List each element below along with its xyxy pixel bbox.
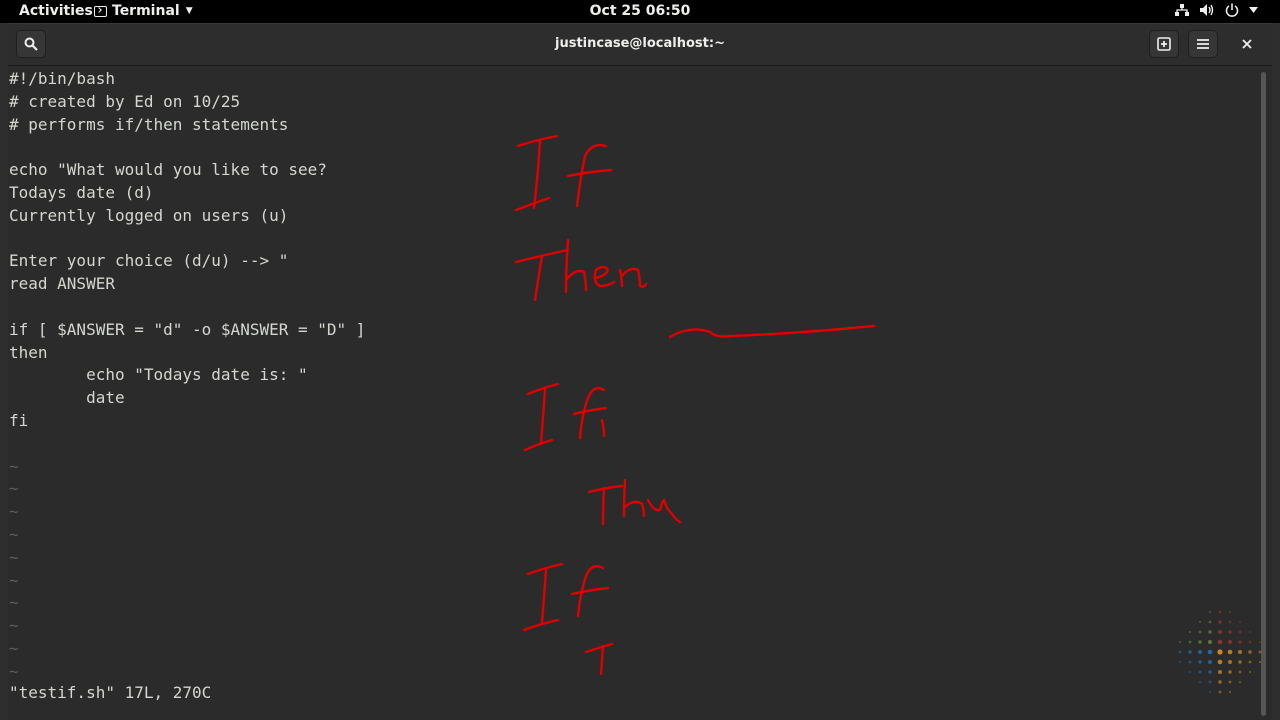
watermark-dot <box>1238 630 1242 634</box>
watermark-dot <box>1238 680 1242 684</box>
annotation-if-2 <box>523 382 608 452</box>
annotation-if-3 <box>522 562 610 632</box>
watermark-dot <box>1198 640 1202 644</box>
annotation-line <box>668 324 876 339</box>
watermark-dot <box>1228 680 1232 684</box>
watermark-dot <box>1217 649 1223 655</box>
watermark-dot <box>1208 670 1212 674</box>
watermark-dot <box>1228 630 1232 634</box>
annotation-then-1 <box>514 238 648 302</box>
watermark-dot <box>1218 670 1222 674</box>
watermark-dot <box>1248 630 1252 634</box>
watermark-dot <box>1178 640 1182 644</box>
watermark-dot <box>1258 640 1262 644</box>
watermark-dot <box>1238 650 1242 654</box>
watermark-dot <box>1228 660 1232 664</box>
watermark-dot <box>1188 650 1192 654</box>
watermark-dot <box>1248 650 1252 654</box>
watermark-dot <box>1188 660 1192 664</box>
watermark-dot <box>1218 610 1222 614</box>
watermark-dot <box>1208 680 1212 684</box>
watermark-dot <box>1218 620 1222 624</box>
watermark-dot <box>1208 640 1212 644</box>
watermark-dot <box>1207 649 1213 655</box>
watermark-dot <box>1228 670 1232 674</box>
watermark-dot <box>1238 660 1242 664</box>
watermark-dot <box>1228 690 1232 694</box>
watermark-dot <box>1178 650 1182 654</box>
watermark-dot <box>1198 630 1202 634</box>
watermark-dot <box>1227 649 1233 655</box>
annotation-t <box>584 642 614 676</box>
watermark-dot <box>1198 650 1202 654</box>
watermark-dot <box>1238 620 1242 624</box>
annotation-then-2 <box>587 478 682 526</box>
watermark-dot <box>1238 670 1242 674</box>
watermark-dot <box>1208 630 1212 634</box>
watermark-dot <box>1228 640 1232 644</box>
watermark-dot <box>1208 690 1212 694</box>
watermark-dot <box>1228 620 1232 624</box>
watermark-dot <box>1188 670 1192 674</box>
handwritten-annotations <box>514 134 876 676</box>
watermark-dot <box>1188 640 1192 644</box>
watermark-dot <box>1188 630 1192 634</box>
watermark-dot <box>1258 660 1262 664</box>
annotation-if-1 <box>514 134 613 212</box>
watermark-dot <box>1238 640 1242 644</box>
watermark-dot <box>1248 640 1252 644</box>
watermark-dot <box>1198 670 1202 674</box>
watermark-dot <box>1228 610 1232 614</box>
watermark-dot <box>1208 660 1212 664</box>
watermark-dot <box>1218 690 1222 694</box>
watermark-dot <box>1217 659 1223 665</box>
watermark-dot <box>1248 660 1252 664</box>
watermark-dot <box>1218 680 1222 684</box>
watermark-logo <box>1178 610 1262 694</box>
watermark-dot <box>1198 680 1202 684</box>
watermark-dot <box>1198 620 1202 624</box>
watermark-dot <box>1208 610 1212 614</box>
watermark-dot <box>1218 630 1222 634</box>
watermark-dot <box>1248 670 1252 674</box>
watermark-dot <box>1217 639 1223 645</box>
watermark-dot <box>1258 650 1262 654</box>
watermark-dot <box>1208 620 1212 624</box>
watermark-dot <box>1198 660 1202 664</box>
watermark-dot <box>1178 660 1182 664</box>
